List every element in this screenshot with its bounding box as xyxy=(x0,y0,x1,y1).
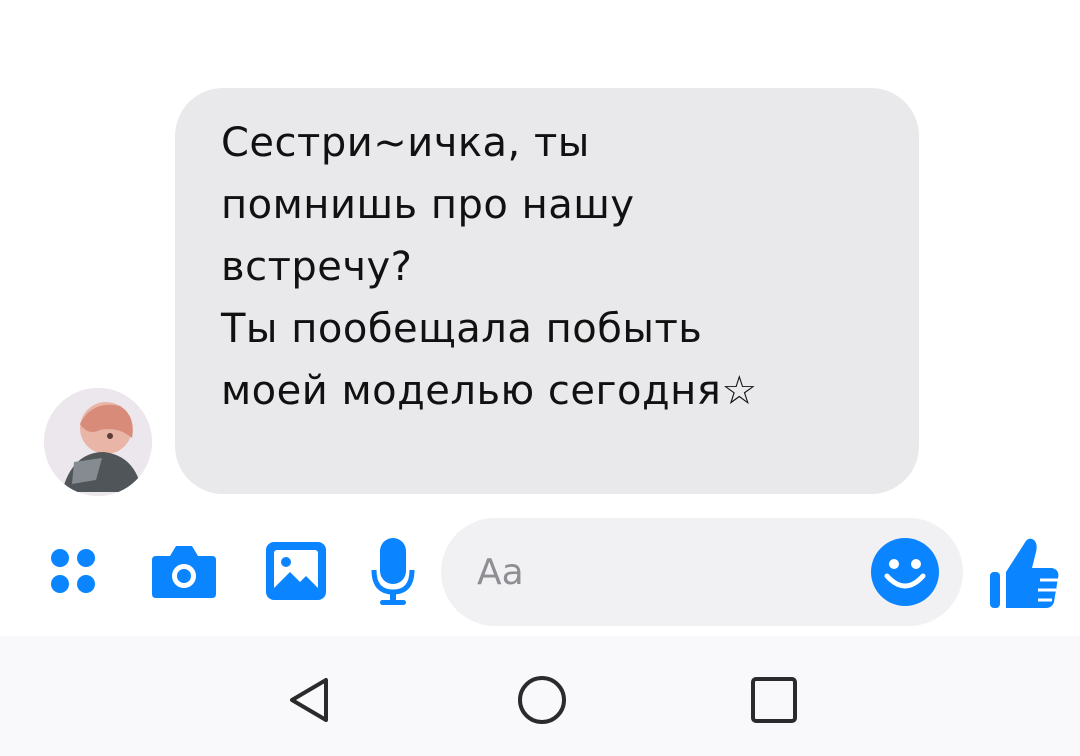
camera-icon[interactable] xyxy=(148,538,220,602)
system-navigation-bar xyxy=(0,636,1080,756)
message-composer: Aa xyxy=(0,510,1080,636)
home-circle-icon[interactable] xyxy=(516,674,568,726)
avatar[interactable] xyxy=(44,388,152,496)
avatar-image xyxy=(44,388,152,496)
message-line-3: встречу? xyxy=(221,244,413,290)
thumbs-up-icon[interactable] xyxy=(988,534,1060,610)
emoji-icon[interactable] xyxy=(869,536,941,608)
gallery-icon[interactable] xyxy=(262,538,330,604)
incoming-message-bubble[interactable]: Сестри~ичка, ты помнишь про нашу встречу… xyxy=(175,88,919,494)
message-line-4: Ты пообещала побыть xyxy=(221,306,703,352)
recents-square-icon[interactable] xyxy=(748,674,800,726)
message-input[interactable]: Aa xyxy=(441,518,963,626)
microphone-icon[interactable] xyxy=(370,536,416,608)
message-input-placeholder: Aa xyxy=(477,552,524,593)
back-triangle-icon[interactable] xyxy=(286,676,334,724)
message-line-5: моей моделью сегодня☆ xyxy=(221,368,758,414)
apps-icon[interactable] xyxy=(44,542,108,606)
message-line-1: Сестри~ичка, ты xyxy=(221,120,590,166)
message-line-2: помнишь про нашу xyxy=(221,182,635,228)
